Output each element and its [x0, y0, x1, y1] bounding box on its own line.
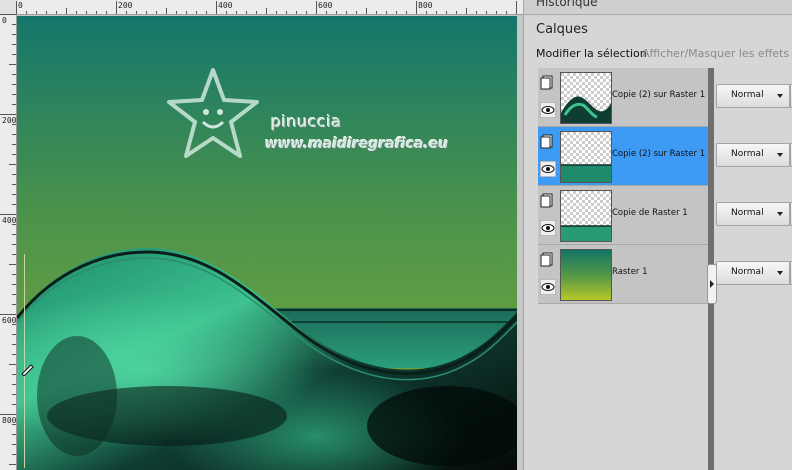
image-canvas[interactable]: pinuccia www.maidiregrafica.eu — [17, 16, 517, 470]
layer-name: Copie de Raster 1 — [612, 208, 688, 218]
blend-mode-select[interactable]: Normal — [716, 202, 790, 226]
blend-mode-value: Normal — [731, 208, 764, 218]
history-panel-bar[interactable]: Historique — [524, 0, 792, 15]
ruler-corner — [0, 0, 17, 15]
blend-mode-select[interactable]: Normal — [716, 143, 790, 167]
history-title: Historique — [536, 0, 598, 9]
layer-name: Copie (2) sur Raster 1 — [612, 149, 706, 159]
blend-mode-value: Normal — [731, 149, 764, 159]
blend-mode-select[interactable]: Normal — [716, 261, 790, 285]
ruler-label: 200 — [118, 1, 133, 10]
blend-mode-value: Normal — [731, 267, 764, 277]
layers-panel-title: Calques — [536, 22, 588, 37]
layer-thumbnail — [560, 249, 612, 301]
layer-thumbnail — [560, 131, 612, 183]
horizontal-ruler-ticks — [16, 1, 517, 14]
visibility-eye-icon[interactable] — [540, 279, 556, 295]
layer-name: Copie (2) sur Raster 1 — [612, 90, 706, 100]
ruler-label: 400 — [218, 1, 233, 10]
toggle-effects-button[interactable]: Afficher/Masquer les effets de c — [642, 47, 792, 60]
layers-toolbar: Modifier la sélection Afficher/Masquer l… — [524, 44, 792, 64]
layer-row[interactable]: Copie (2) sur Raster 1 — [538, 68, 708, 127]
layer-type-icon — [540, 75, 553, 90]
chevron-down-icon — [777, 271, 783, 275]
watermark-url: www.maidiregrafica.eu — [265, 136, 449, 152]
visibility-eye-icon[interactable] — [540, 161, 556, 177]
layer-thumbnail — [560, 72, 612, 124]
ruler-label: 600 — [318, 1, 333, 10]
pen-cursor-icon — [21, 364, 34, 376]
layer-row[interactable]: Copie (2) sur Raster 1 — [538, 127, 708, 186]
chevron-down-icon — [777, 94, 783, 98]
layer-type-icon — [540, 134, 553, 149]
horizontal-ruler: 0 200 400 600 800 — [16, 0, 523, 15]
star-logo-icon — [167, 68, 259, 158]
layer-name: Raster 1 — [612, 267, 648, 277]
ruler-label: 600 — [2, 316, 17, 325]
vertical-ruler: 0 200 400 600 800 — [0, 14, 17, 470]
guide-line[interactable] — [24, 254, 27, 468]
watermark-name: pinuccia — [271, 112, 342, 131]
layer-row[interactable]: Raster 1 — [538, 245, 708, 304]
visibility-eye-icon[interactable] — [540, 220, 556, 236]
ruler-label: 0 — [2, 16, 7, 25]
ruler-label: 200 — [2, 116, 17, 125]
chevron-down-icon — [777, 212, 783, 216]
blend-mode-select[interactable]: Normal — [716, 84, 790, 108]
layer-row[interactable]: Copie de Raster 1 — [538, 186, 708, 245]
layers-list: Copie (2) sur Raster 1 Copie (2) sur Ras… — [538, 68, 708, 304]
ruler-label: 400 — [2, 216, 17, 225]
modify-selection-button[interactable]: Modifier la sélection — [536, 47, 647, 60]
layer-type-icon — [540, 252, 553, 267]
ruler-label: 800 — [2, 416, 17, 425]
visibility-eye-icon[interactable] — [540, 102, 556, 118]
layer-type-icon — [540, 193, 553, 208]
vertical-ruler-ticks — [0, 14, 16, 465]
ruler-label: 0 — [18, 1, 23, 10]
watermark: pinuccia www.maidiregrafica.eu — [163, 64, 463, 164]
chevron-down-icon — [777, 153, 783, 157]
image-workspace: 0 200 400 600 800 0 200 400 600 800 pinu… — [0, 0, 523, 470]
ruler-label: 800 — [418, 1, 433, 10]
layers-panel: Historique Calques Modifier la sélection… — [523, 0, 792, 470]
layer-thumbnail — [560, 190, 612, 242]
blend-mode-value: Normal — [731, 90, 764, 100]
